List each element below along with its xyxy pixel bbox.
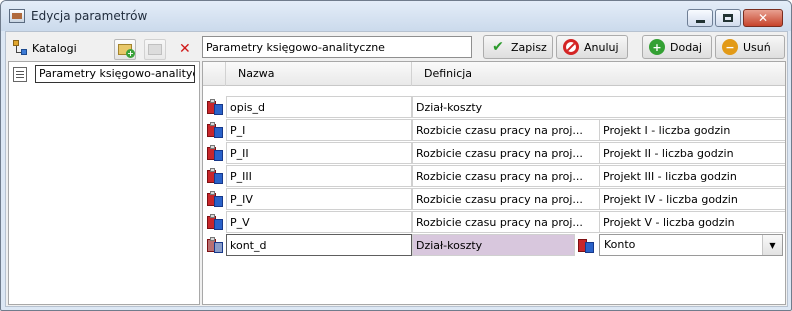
parameters-grid: Nazwa Definicja opis_d Dział-koszty P_I … <box>202 61 786 305</box>
parameter-icon <box>207 99 223 116</box>
copy-catalog-button[interactable] <box>144 39 166 60</box>
account-select-value: Konto <box>604 238 636 251</box>
parameter-icon <box>207 191 223 208</box>
delete-icon: ✕ <box>179 41 191 57</box>
cell-name[interactable]: P_I <box>226 119 412 141</box>
no-entry-icon <box>563 39 579 55</box>
add-catalog-button[interactable]: + <box>114 39 136 60</box>
header-name[interactable]: Nazwa <box>226 62 412 86</box>
minimize-button[interactable] <box>687 9 713 27</box>
parameter-icon <box>207 214 223 231</box>
table-row[interactable]: P_I Rozbicie czasu pracy na proj... Proj… <box>203 119 785 142</box>
minimize-icon <box>695 19 705 23</box>
parameter-picker-icon <box>578 237 594 254</box>
table-row[interactable]: opis_d Dział-koszty <box>203 96 785 119</box>
cancel-label: Anuluj <box>584 40 619 54</box>
grid-header: Nazwa Definicja <box>203 62 785 86</box>
catalog-label: Katalogi <box>32 42 77 55</box>
folder-copy-icon <box>148 44 162 55</box>
parameter-editor-window: Edycja parametrów ✕ Katalogi + ✕ Paramet… <box>0 0 792 311</box>
header-spacer <box>203 62 226 86</box>
cell-name[interactable]: P_II <box>226 142 412 164</box>
document-icon <box>13 66 27 82</box>
add-label: Dodaj <box>670 40 702 54</box>
cell-definition-selected[interactable]: Dział-koszty <box>412 234 575 256</box>
tree-item-parametry[interactable]: Parametry księgowo-analityczne <box>13 65 197 83</box>
title-bar[interactable]: Edycja parametrów ✕ <box>1 1 791 31</box>
minus-icon: − <box>722 39 738 55</box>
plus-icon: + <box>649 39 665 55</box>
catalog-tree-icon <box>13 40 28 55</box>
cell-definition[interactable]: Rozbicie czasu pracy na proj... <box>412 142 600 164</box>
cell-definition[interactable]: Rozbicie czasu pracy na proj... <box>412 211 600 233</box>
chevron-down-icon[interactable]: ▼ <box>762 235 782 255</box>
app-icon <box>9 9 25 23</box>
remove-label: Usuń <box>743 40 771 54</box>
save-label: Zapisz <box>511 40 547 54</box>
parameter-icon <box>207 237 223 254</box>
client-area: Katalogi + ✕ Parametry księgowo-analityc… <box>5 31 788 307</box>
cell-name[interactable]: P_IV <box>226 188 412 210</box>
cancel-button[interactable]: Anuluj <box>556 35 628 59</box>
add-button[interactable]: + Dodaj <box>642 35 712 59</box>
maximize-icon <box>723 14 733 22</box>
cell-definition[interactable]: Rozbicie czasu pracy na proj... <box>412 188 600 210</box>
close-button[interactable]: ✕ <box>743 9 783 27</box>
tree-item-label: Parametry księgowo-analityczne <box>35 65 195 83</box>
delete-catalog-button[interactable]: ✕ <box>174 39 196 60</box>
catalog-header: Katalogi + ✕ <box>10 36 200 60</box>
maximize-button[interactable] <box>715 9 741 27</box>
definition-picker-button[interactable] <box>575 236 597 255</box>
close-icon: ✕ <box>757 11 769 25</box>
cell-description[interactable]: Projekt III - liczba godzin <box>599 165 785 187</box>
checkmark-icon: ✔ <box>492 39 504 55</box>
cell-description[interactable]: Projekt II - liczba godzin <box>599 142 785 164</box>
cell-definition[interactable]: Dział-koszty <box>412 96 785 118</box>
table-row-editing[interactable]: kont_d Dział-koszty Konto ▼ <box>203 234 785 258</box>
table-row[interactable]: P_IV Rozbicie czasu pracy na proj... Pro… <box>203 188 785 211</box>
table-row[interactable]: P_II Rozbicie czasu pracy na proj... Pro… <box>203 142 785 165</box>
table-row[interactable]: P_V Rozbicie czasu pracy na proj... Proj… <box>203 211 785 234</box>
account-select[interactable]: Konto ▼ <box>599 234 783 256</box>
cell-description[interactable]: Projekt IV - liczba godzin <box>599 188 785 210</box>
folder-add-icon: + <box>118 44 135 58</box>
cell-name[interactable]: opis_d <box>226 96 412 118</box>
window-title: Edycja parametrów <box>31 9 148 23</box>
cell-definition[interactable]: Rozbicie czasu pracy na proj... <box>412 165 600 187</box>
cell-description[interactable]: Projekt I - liczba godzin <box>599 119 785 141</box>
table-row[interactable]: P_III Rozbicie czasu pracy na proj... Pr… <box>203 165 785 188</box>
save-button[interactable]: ✔ Zapisz <box>483 35 553 59</box>
parameter-icon <box>207 168 223 185</box>
cell-description[interactable]: Projekt V - liczba godzin <box>599 211 785 233</box>
catalog-tree[interactable]: Parametry księgowo-analityczne <box>8 61 200 305</box>
header-definition[interactable]: Definicja <box>412 62 785 86</box>
cell-name[interactable]: kont_d <box>226 234 412 256</box>
parameter-icon <box>207 145 223 162</box>
cell-name[interactable]: P_III <box>226 165 412 187</box>
cell-definition[interactable]: Rozbicie czasu pracy na proj... <box>412 119 600 141</box>
cell-name[interactable]: P_V <box>226 211 412 233</box>
catalog-name-input[interactable] <box>202 36 472 58</box>
parameter-icon <box>207 122 223 139</box>
remove-button[interactable]: − Usuń <box>715 35 785 59</box>
